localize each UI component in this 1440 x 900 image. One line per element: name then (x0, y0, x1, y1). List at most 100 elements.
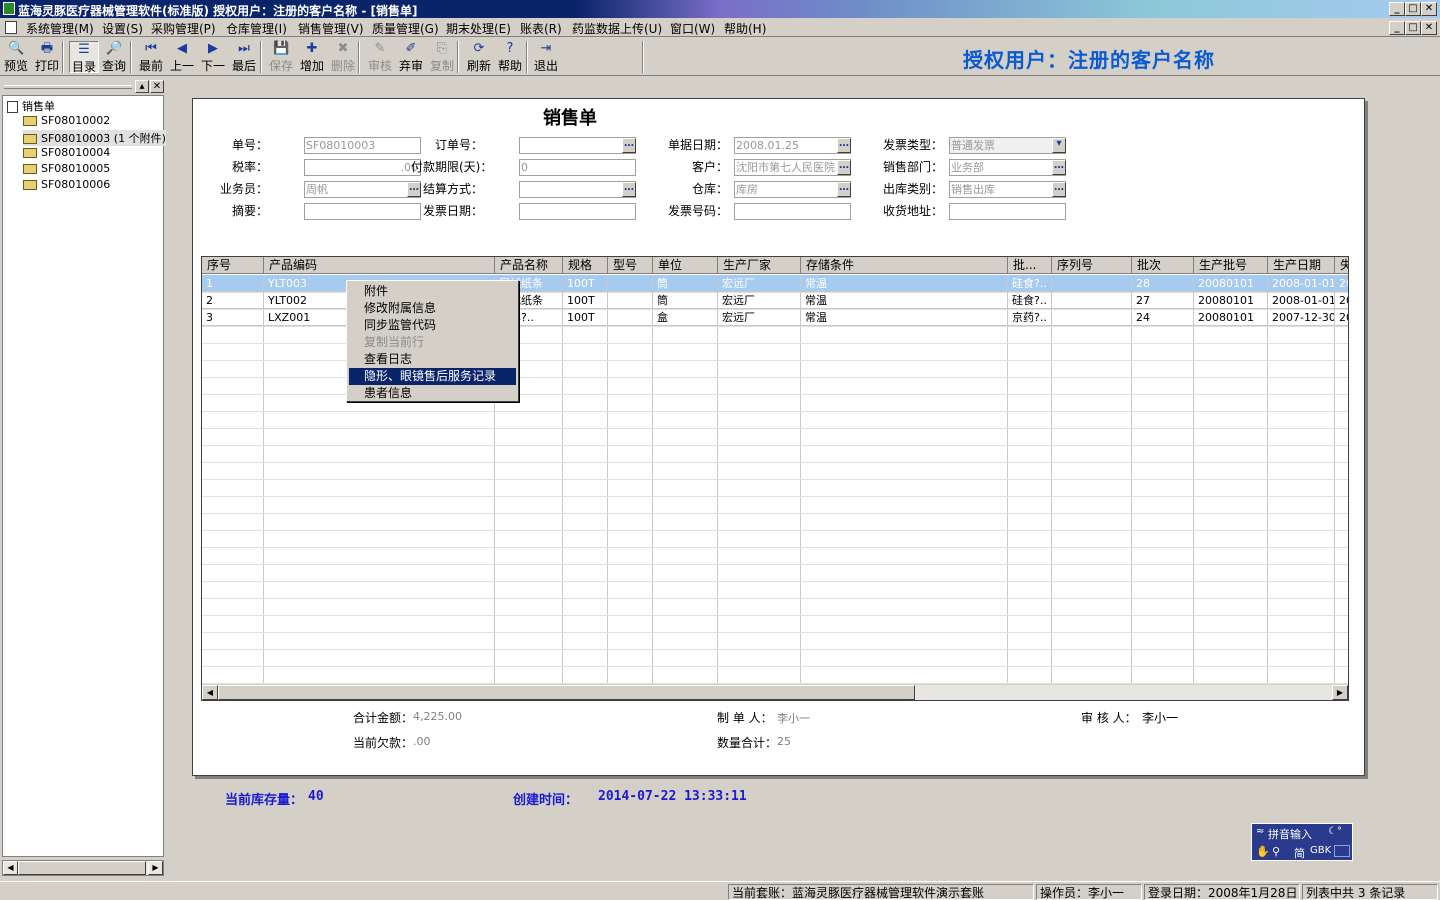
invoice-type-field[interactable]: 普通发票 (949, 137, 1066, 154)
grid-hscrollbar[interactable]: ◀ ▶ (202, 684, 1348, 700)
menu-system[interactable]: 系统管理(M) (26, 20, 94, 37)
tree-item[interactable]: SF08010002 (23, 114, 110, 127)
table-cell[interactable]: 100T (563, 292, 608, 309)
scroll-right-icon[interactable]: ▶ (1332, 685, 1348, 700)
invoice-date-field[interactable] (519, 203, 636, 220)
next-button[interactable]: ▶ 下一 (198, 41, 228, 73)
menu-sales[interactable]: 销售管理(V) (298, 20, 364, 37)
help-button[interactable]: ? 帮助 (495, 41, 525, 73)
menu-settings[interactable]: 设置(S) (102, 20, 143, 37)
ime-name[interactable]: 拼音输入 (1268, 826, 1312, 842)
pane-close-button[interactable]: ✕ (150, 80, 164, 93)
table-cell[interactable]: 宏远厂 (718, 275, 801, 292)
menu-period-end[interactable]: 期末处理(E) (446, 20, 511, 37)
pane-collapse-button[interactable]: ▴ (135, 80, 149, 93)
warehouse-field[interactable]: 库房 (734, 181, 851, 198)
table-cell[interactable]: 筒 (653, 292, 718, 309)
lookup-button[interactable]: … (1052, 182, 1066, 197)
menu-sync-code[interactable]: 同步监管代码 (349, 317, 516, 334)
menu-purchase[interactable]: 采购管理(P) (151, 20, 216, 37)
scroll-right-icon[interactable]: ▶ (148, 861, 163, 875)
table-cell[interactable]: 1 (202, 275, 264, 292)
lookup-button[interactable]: … (837, 182, 851, 197)
menu-warehouse[interactable]: 仓库管理(I) (226, 20, 287, 37)
minimize-button[interactable]: _ (1389, 2, 1405, 16)
scroll-left-icon[interactable]: ◀ (3, 861, 18, 875)
lookup-button[interactable]: … (837, 138, 851, 153)
ime-mode[interactable]: 简 (1294, 845, 1305, 861)
table-cell[interactable]: 28 (1132, 275, 1194, 292)
ime-toolbar[interactable]: ≈ 拼音输入 ☾° ✋ ⚲ 简 GBK (1251, 823, 1353, 861)
moon-icon[interactable]: ☾° (1328, 826, 1342, 837)
table-cell[interactable]: 常温 (801, 292, 1008, 309)
table-cell[interactable]: 2008-01-01 (1268, 275, 1335, 292)
column-header[interactable]: 产品编码 (264, 257, 495, 274)
settlement-field[interactable] (519, 181, 636, 198)
table-cell[interactable] (1052, 292, 1132, 309)
scroll-thumb[interactable] (218, 685, 915, 700)
menu-upload[interactable]: 药监数据上传(U) (572, 20, 662, 37)
column-header[interactable]: 批... (1008, 257, 1052, 274)
outbound-type-field[interactable]: 销售出库 (949, 181, 1066, 198)
ime-expand-icon[interactable]: ≈ (1256, 826, 1264, 837)
menu-edit-extra-info[interactable]: 修改附属信息 (349, 300, 516, 317)
tree-root[interactable]: 销售单 (7, 98, 55, 114)
column-header[interactable]: 失 (1335, 257, 1348, 274)
table-cell[interactable]: 2007-12-30 (1268, 309, 1335, 326)
tree-item[interactable]: SF08010005 (23, 162, 110, 175)
table-cell[interactable]: 20080101 (1194, 292, 1268, 309)
table-cell[interactable]: 硅食?.. (1008, 292, 1052, 309)
lookup-button[interactable]: … (622, 182, 636, 197)
copy-button[interactable]: ⎘ 复制 (427, 41, 457, 73)
audit-button[interactable]: ✎ 审核 (365, 41, 395, 73)
column-header[interactable]: 存储条件 (801, 257, 1008, 274)
table-cell[interactable]: 宏远厂 (718, 309, 801, 326)
table-cell[interactable]: 24 (1132, 309, 1194, 326)
table-cell[interactable] (1052, 275, 1132, 292)
add-button[interactable]: ✚ 增加 (297, 41, 327, 73)
table-cell[interactable]: 常温 (801, 275, 1008, 292)
table-cell[interactable]: 20080101 (1194, 309, 1268, 326)
column-header[interactable]: 规格 (563, 257, 608, 274)
customer-field[interactable]: 沈阳市第七人民医院 (734, 159, 851, 176)
menu-help[interactable]: 帮助(H) (724, 20, 766, 37)
dropdown-arrow-icon[interactable]: ▾ (1052, 138, 1066, 153)
search-icon[interactable]: ⚲ (1272, 845, 1280, 858)
table-cell[interactable]: 200 (1335, 309, 1348, 326)
prev-button[interactable]: ◀ 上一 (167, 41, 197, 73)
menu-window[interactable]: 窗口(W) (670, 20, 715, 37)
table-cell[interactable]: 100T (563, 275, 608, 292)
tree-item[interactable]: SF08010004 (23, 146, 110, 159)
payment-term-field[interactable]: 0 (519, 159, 636, 176)
table-cell[interactable] (608, 309, 653, 326)
first-button[interactable]: ⏮ 最前 (136, 41, 166, 73)
table-cell[interactable]: 100T (563, 309, 608, 326)
menu-patient-info[interactable]: 患者信息 (349, 385, 516, 402)
ime-charset[interactable]: GBK (1310, 845, 1331, 856)
catalog-button[interactable]: ☰ 目录 (69, 41, 99, 74)
catalog-hscrollbar[interactable]: ◀ ▶ (2, 860, 164, 876)
invoice-no-field[interactable] (734, 203, 851, 220)
memo-field[interactable] (304, 203, 421, 220)
table-cell[interactable] (608, 292, 653, 309)
print-button[interactable]: 🖶 打印 (32, 41, 62, 73)
lookup-button[interactable]: … (622, 138, 636, 153)
column-header[interactable]: 生产厂家 (718, 257, 801, 274)
table-cell[interactable]: 200 (1335, 292, 1348, 309)
hand-icon[interactable]: ✋ (1256, 845, 1270, 858)
table-cell[interactable]: 宏远厂 (718, 292, 801, 309)
scroll-thumb[interactable] (18, 861, 146, 875)
table-cell[interactable]: 2008-01-01 (1268, 292, 1335, 309)
delete-button[interactable]: ✖ 删除 (328, 41, 358, 73)
column-header[interactable]: 批次 (1132, 257, 1194, 274)
refresh-button[interactable]: ⟳ 刷新 (464, 41, 494, 73)
column-header[interactable]: 型号 (608, 257, 653, 274)
delivery-address-field[interactable] (949, 203, 1066, 220)
exit-button[interactable]: ⇥ 退出 (531, 41, 561, 73)
catalog-tree[interactable]: 销售单 SF08010002 SF08010003 (1 个附件) SF080100… (2, 95, 166, 857)
table-cell[interactable]: 3 (202, 309, 264, 326)
table-cell[interactable]: 2 (202, 292, 264, 309)
column-header[interactable]: 单位 (653, 257, 718, 274)
table-cell[interactable]: 硅食?.. (1008, 275, 1052, 292)
table-cell[interactable]: 筒 (653, 275, 718, 292)
